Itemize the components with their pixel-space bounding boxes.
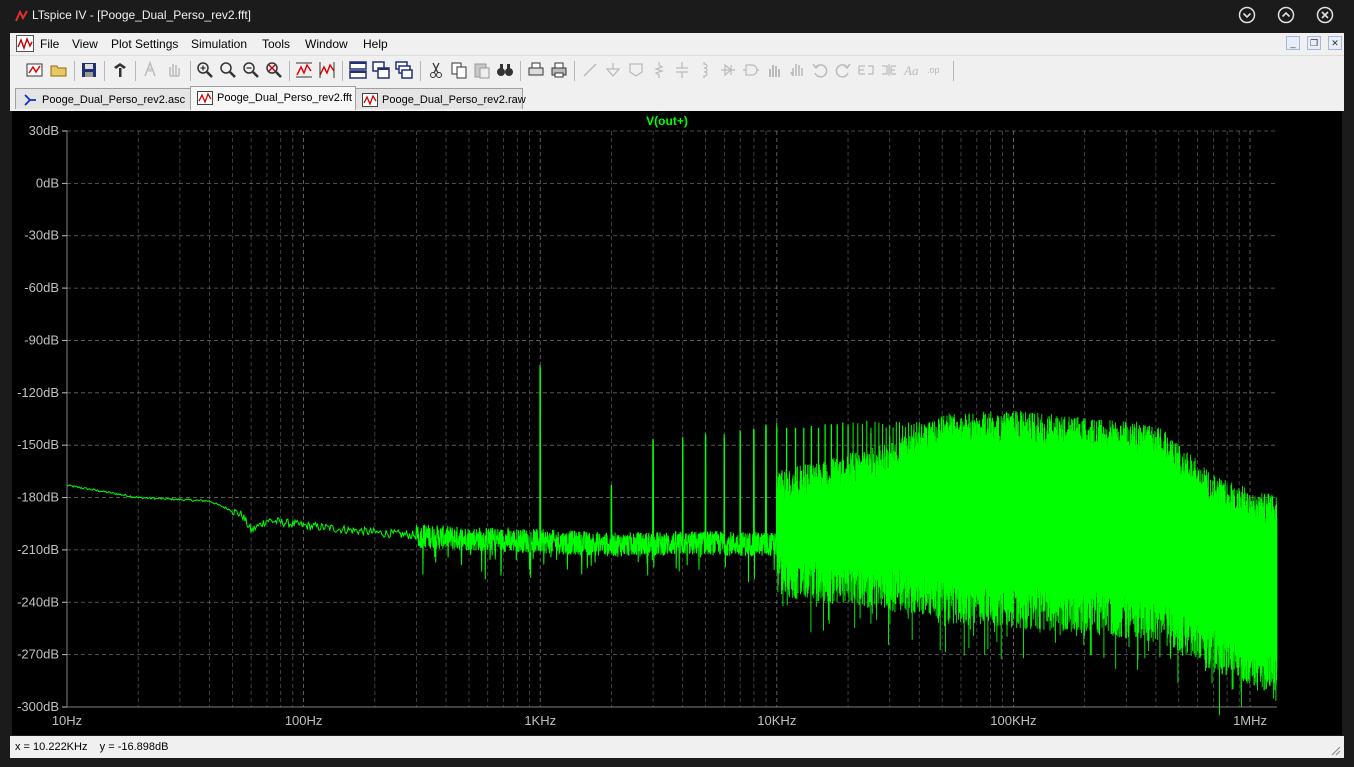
- tab-label: Pooge_Dual_Perso_rev2.asc: [42, 94, 186, 106]
- menu-file[interactable]: File: [40, 37, 59, 51]
- drag-icon[interactable]: [788, 61, 806, 79]
- minimize-icon[interactable]: [1237, 5, 1257, 25]
- label-icon[interactable]: [627, 61, 645, 79]
- waveform-plot[interactable]: 30dB 0dB -30dB -60dB -90dB -120dB -150dB -180dB…: [12, 111, 1342, 735]
- inductor-icon[interactable]: [696, 61, 714, 79]
- svg-text:.op: .op: [927, 65, 940, 75]
- redo-icon[interactable]: [834, 61, 852, 79]
- y-tick-label: 0dB: [36, 175, 59, 190]
- zoom-cancel-icon[interactable]: [265, 61, 283, 79]
- tile-horizontal-icon[interactable]: [349, 61, 367, 79]
- menu-help[interactable]: Help: [363, 37, 388, 51]
- component-icon[interactable]: [742, 61, 760, 79]
- y-tick-label: 30dB: [29, 123, 59, 138]
- x-tick-label: 100KHz: [990, 713, 1036, 728]
- waveform-icon: [362, 93, 378, 107]
- schematic-icon: [24, 94, 36, 106]
- wire-icon[interactable]: [581, 61, 599, 79]
- svg-text:Aa: Aa: [903, 63, 919, 78]
- paste-icon[interactable]: [473, 61, 491, 79]
- y-tick-label: -90dB: [24, 332, 59, 347]
- window-title: LTspice IV - [Pooge_Dual_Perso_rev2.fft]: [32, 8, 252, 22]
- y-tick-label: -240dB: [17, 594, 59, 609]
- status-bar: x = 10.222KHz y = -16.898dB: [10, 736, 1344, 758]
- print-icon[interactable]: [550, 61, 568, 79]
- tab-fft[interactable]: Pooge_Dual_Perso_rev2.fft: [190, 86, 356, 110]
- tab-label: Pooge_Dual_Perso_rev2.raw: [382, 94, 526, 106]
- resistor-icon[interactable]: [650, 61, 668, 79]
- undo-icon[interactable]: [811, 61, 829, 79]
- x-tick-label: 100Hz: [285, 713, 323, 728]
- fft-chart[interactable]: 30dB 0dB -30dB -60dB -90dB -120dB -150dB -180dB…: [12, 111, 1342, 735]
- text-icon[interactable]: Aa: [903, 61, 921, 79]
- mdi-minimize-icon[interactable]: _: [1286, 36, 1300, 50]
- y-tick-label: -270dB: [17, 647, 59, 662]
- tab-schematic[interactable]: Pooge_Dual_Perso_rev2.asc: [15, 88, 191, 109]
- x-tick-label: 1MHz: [1233, 713, 1267, 728]
- y-tick-label: -30dB: [24, 228, 59, 243]
- copy-icon[interactable]: [450, 61, 468, 79]
- zoom-out-icon[interactable]: [219, 61, 237, 79]
- tab-raw[interactable]: Pooge_Dual_Perso_rev2.raw: [355, 88, 526, 109]
- move-icon[interactable]: [765, 61, 783, 79]
- tab-bar: Pooge_Dual_Perso_rev2.asc Pooge_Dual_Per…: [10, 85, 1344, 111]
- y-tick-label: -120dB: [17, 385, 59, 400]
- open-icon[interactable]: [50, 61, 68, 79]
- menu-view[interactable]: View: [72, 37, 98, 51]
- x-tick-label: 10KHz: [757, 713, 796, 728]
- document-waveform-icon[interactable]: [16, 35, 34, 52]
- save-icon[interactable]: [80, 61, 98, 79]
- menu-bar: File View Plot Settings Simulation Tools…: [10, 33, 1344, 55]
- resize-grip-icon[interactable]: [1329, 744, 1341, 756]
- autorange-y-icon[interactable]: [318, 61, 336, 79]
- halt-icon[interactable]: [165, 61, 183, 79]
- menu-tools[interactable]: Tools: [262, 37, 290, 51]
- control-panel-icon[interactable]: [111, 61, 129, 79]
- cut-icon[interactable]: [427, 61, 445, 79]
- spice-directive-icon[interactable]: .op: [926, 61, 944, 79]
- y-tick-label: -210dB: [17, 542, 59, 557]
- cascade-icon[interactable]: [372, 61, 390, 79]
- ltspice-logo-icon: [15, 9, 28, 22]
- trace-label[interactable]: V(out+): [646, 114, 688, 128]
- y-tick-label: -300dB: [17, 699, 59, 714]
- menu-window[interactable]: Window: [305, 37, 348, 51]
- menu-plot-settings[interactable]: Plot Settings: [111, 37, 178, 51]
- new-schematic-icon[interactable]: [26, 61, 44, 79]
- toolbar: Aa .op: [10, 55, 1344, 86]
- zoom-in-icon[interactable]: [196, 61, 214, 79]
- noise-spikes: [776, 410, 1278, 716]
- ground-icon[interactable]: [604, 61, 622, 79]
- run-icon[interactable]: [141, 61, 159, 79]
- x-tick-label: 1KHz: [524, 713, 556, 728]
- capacitor-icon[interactable]: [673, 61, 691, 79]
- mirror-icon[interactable]: [880, 61, 898, 79]
- mdi-restore-icon[interactable]: ❐: [1307, 36, 1321, 50]
- waveform-icon: [197, 91, 213, 105]
- diode-icon[interactable]: [719, 61, 737, 79]
- print-setup-icon[interactable]: [527, 61, 545, 79]
- mdi-close-icon[interactable]: ✕: [1328, 36, 1342, 50]
- close-icon[interactable]: [1315, 5, 1335, 25]
- menu-simulation[interactable]: Simulation: [191, 37, 247, 51]
- rotate-icon[interactable]: [857, 61, 875, 79]
- x-tick-label: 10Hz: [52, 713, 82, 728]
- y-tick-label: -150dB: [17, 437, 59, 452]
- title-bar: LTspice IV - [Pooge_Dual_Perso_rev2.fft]: [0, 0, 1354, 32]
- y-tick-label: -60dB: [24, 280, 59, 295]
- tile-vertical-icon[interactable]: [395, 61, 413, 79]
- find-icon[interactable]: [496, 61, 514, 79]
- zoom-fit-icon[interactable]: [242, 61, 260, 79]
- autorange-icon[interactable]: [295, 61, 313, 79]
- maximize-icon[interactable]: [1276, 5, 1296, 25]
- y-tick-label: -180dB: [17, 490, 59, 505]
- tab-label: Pooge_Dual_Perso_rev2.fft: [217, 92, 352, 104]
- cursor-readout: x = 10.222KHz y = -16.898dB: [15, 741, 169, 753]
